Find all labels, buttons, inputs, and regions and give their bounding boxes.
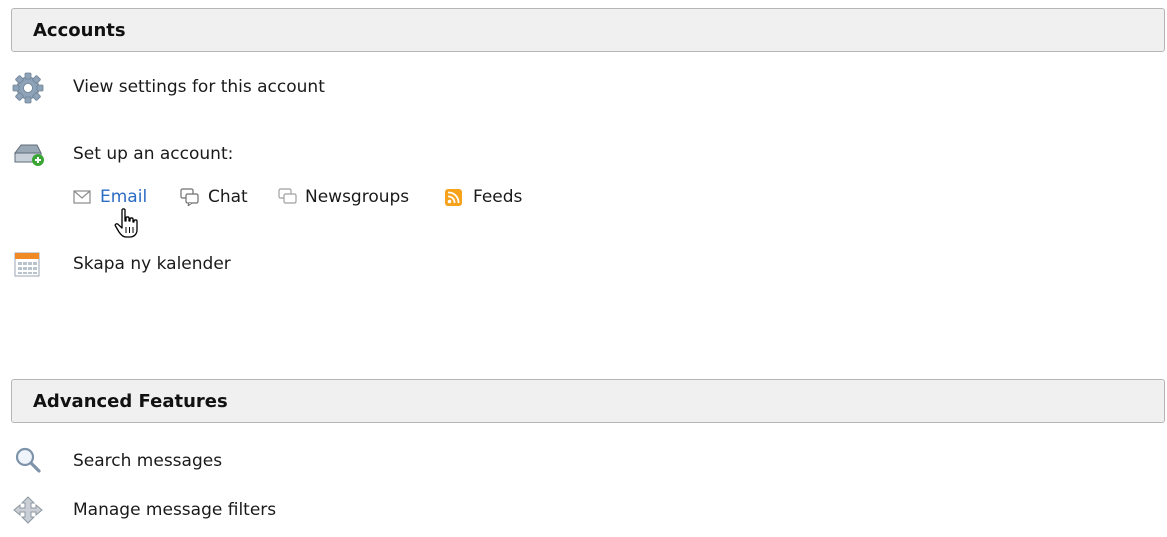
calendar-icon xyxy=(14,252,40,277)
newsgroups-icon xyxy=(278,188,297,204)
add-account-icon xyxy=(14,144,44,166)
new-calendar-link[interactable]: Skapa ny kalender xyxy=(73,254,231,274)
setup-feeds-label: Feeds xyxy=(473,187,523,207)
setup-newsgroups-link[interactable]: Newsgroups xyxy=(278,185,418,211)
setup-newsgroups-label: Newsgroups xyxy=(305,187,410,207)
advanced-features-header: Advanced Features xyxy=(11,379,1165,423)
filters-icon xyxy=(13,496,43,524)
envelope-icon xyxy=(73,190,91,204)
manage-filters-link[interactable]: Manage message filters xyxy=(73,500,276,520)
view-settings-link[interactable]: View settings for this account xyxy=(73,77,325,97)
setup-chat-link[interactable]: Chat xyxy=(180,185,252,211)
search-icon xyxy=(15,447,41,473)
accounts-header: Accounts xyxy=(11,8,1165,52)
setup-email-link[interactable]: Email xyxy=(73,185,153,211)
setup-feeds-link[interactable]: Feeds xyxy=(445,185,530,211)
advanced-features-title: Advanced Features xyxy=(33,391,228,412)
gear-icon xyxy=(12,72,44,104)
setup-email-label: Email xyxy=(100,187,148,207)
chat-icon xyxy=(180,188,199,206)
setup-account-label: Set up an account: xyxy=(73,144,234,164)
rss-icon xyxy=(445,189,462,206)
search-messages-link[interactable]: Search messages xyxy=(73,451,222,471)
hand-cursor-icon xyxy=(114,208,138,238)
setup-chat-label: Chat xyxy=(208,187,248,207)
accounts-title: Accounts xyxy=(33,20,126,41)
